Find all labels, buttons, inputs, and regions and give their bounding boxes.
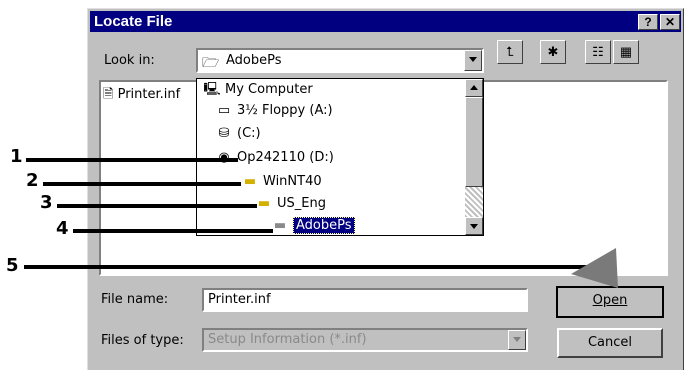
callout-number-3: 3 bbox=[40, 192, 53, 213]
file-name-label: Printer.inf bbox=[117, 87, 181, 102]
window-title: Locate File bbox=[94, 13, 173, 30]
list-view-button[interactable]: ☷ bbox=[585, 40, 611, 64]
callout-line-4 bbox=[73, 229, 273, 233]
look-in-dropdown-button[interactable] bbox=[464, 50, 482, 71]
files-of-type-label: Files of type: bbox=[101, 333, 184, 348]
chevron-up-icon bbox=[470, 85, 478, 90]
callout-line-1 bbox=[26, 158, 238, 162]
dropdown-item-my-computer[interactable]: 🖳 My Computer bbox=[203, 80, 312, 99]
folder-icon: ▬ bbox=[257, 196, 271, 211]
file-name-label: File name: bbox=[101, 292, 169, 307]
new-folder-button[interactable]: ✱ bbox=[540, 40, 566, 64]
cancel-button[interactable]: Cancel bbox=[557, 328, 663, 358]
chevron-down-icon bbox=[470, 224, 478, 229]
callout-line-3 bbox=[57, 204, 257, 208]
callout-arrow-icon bbox=[571, 248, 618, 288]
close-button[interactable]: ✕ bbox=[660, 14, 680, 30]
new-folder-icon: ✱ bbox=[547, 44, 559, 59]
callout-number-5: 5 bbox=[6, 255, 19, 276]
chevron-down-icon bbox=[469, 57, 477, 62]
up-folder-icon: ⮤ bbox=[506, 44, 514, 59]
scroll-thumb[interactable] bbox=[465, 97, 483, 187]
file-name-field[interactable]: Printer.inf bbox=[202, 288, 528, 312]
dropdown-item-us-eng[interactable]: ▬ US_Eng bbox=[255, 194, 326, 213]
open-button[interactable]: Open bbox=[556, 286, 664, 318]
title-bar: Locate File ? ✕ bbox=[90, 11, 681, 32]
floppy-icon: ▭ bbox=[217, 103, 231, 118]
details-view-icon: ▦ bbox=[619, 44, 633, 59]
up-folder-button[interactable]: ⮤ bbox=[497, 40, 523, 64]
callout-number-4: 4 bbox=[56, 218, 69, 239]
dropdown-scrollbar[interactable] bbox=[465, 79, 483, 235]
dropdown-item-c-drive[interactable]: ⛁ (C:) bbox=[215, 124, 261, 143]
scroll-track[interactable] bbox=[465, 187, 483, 217]
folder-open-icon: ▬ bbox=[273, 218, 287, 233]
dropdown-item-winnt40[interactable]: ▬ WinNT40 bbox=[241, 172, 322, 191]
drive-icon: ⛁ bbox=[218, 126, 230, 141]
look-in-label: Look in: bbox=[104, 53, 155, 68]
dropdown-item-floppy[interactable]: ▭ 3½ Floppy (A:) bbox=[215, 101, 333, 120]
scroll-down-button[interactable] bbox=[465, 217, 483, 235]
open-button-label: Open bbox=[592, 293, 628, 308]
list-item[interactable]: 🗎 Printer.inf bbox=[103, 85, 180, 107]
callout-number-2: 2 bbox=[26, 170, 39, 191]
look-in-combo[interactable]: 🗁 AdobePs bbox=[196, 48, 484, 73]
folder-open-icon: 🗁 bbox=[202, 54, 220, 70]
callout-number-1: 1 bbox=[10, 146, 23, 167]
look-in-dropdown-list[interactable]: 🖳My Computer ▭3½ Floppy (A:) ⛁(C:) ◉Op24… bbox=[196, 78, 484, 236]
files-of-type-value: Setup Information (*.inf) bbox=[208, 332, 367, 347]
computer-icon: 🖳 bbox=[203, 82, 221, 97]
folder-icon: ▬ bbox=[243, 174, 257, 189]
inf-file-icon: 🗎 bbox=[103, 87, 114, 102]
look-in-value: AdobePs bbox=[226, 53, 282, 68]
files-of-type-dropdown-button[interactable] bbox=[508, 330, 526, 350]
help-button[interactable]: ? bbox=[638, 14, 658, 30]
scroll-up-button[interactable] bbox=[465, 79, 483, 97]
callout-line-2 bbox=[43, 182, 241, 186]
callout-line-5 bbox=[24, 265, 590, 269]
chevron-down-icon bbox=[513, 337, 521, 342]
files-of-type-select[interactable]: Setup Information (*.inf) bbox=[202, 328, 528, 352]
details-view-button[interactable]: ▦ bbox=[613, 40, 639, 64]
dropdown-item-adobeps[interactable]: ▬ AdobePs bbox=[271, 216, 355, 235]
list-view-icon: ☷ bbox=[592, 44, 604, 59]
